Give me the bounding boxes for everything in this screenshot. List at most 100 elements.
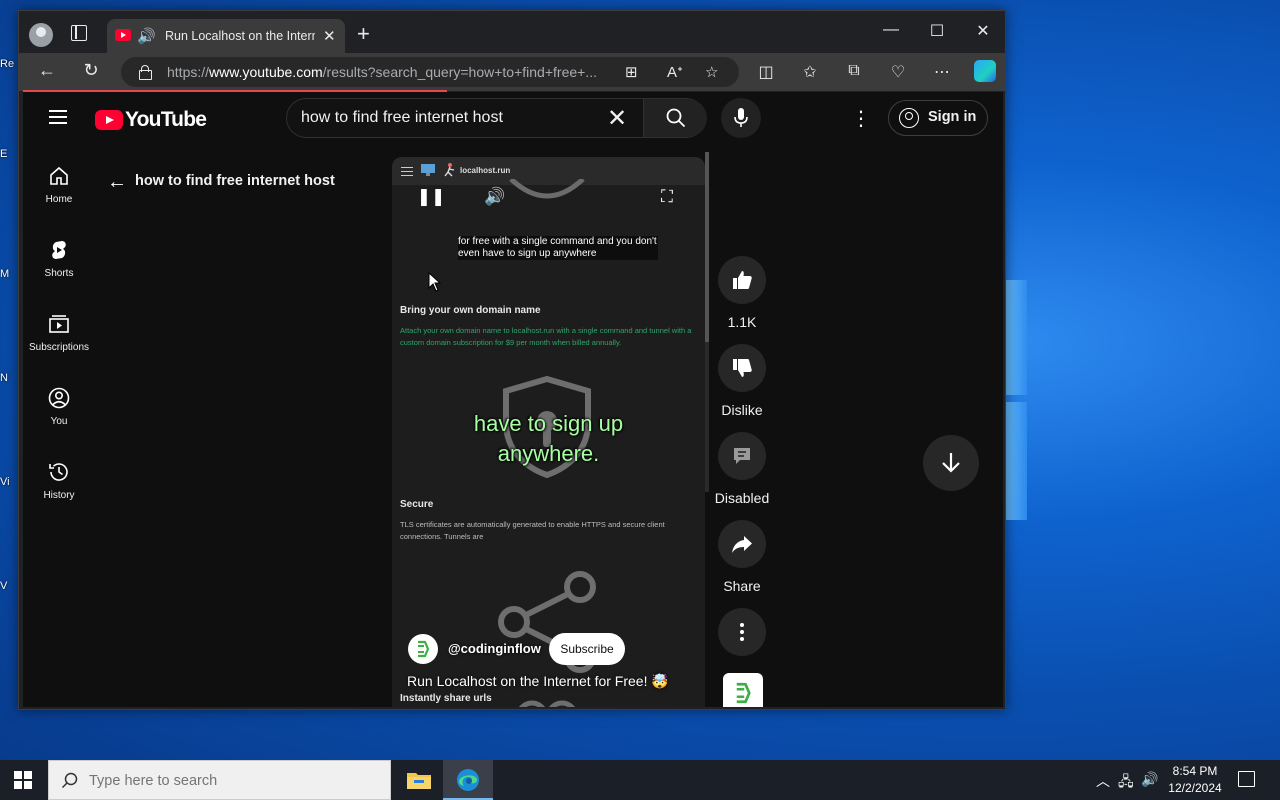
video-caption-small: for free with a single command and you d… [458,236,658,260]
favorite-star-icon[interactable]: ☆ [705,63,718,81]
search-icon [666,108,686,128]
split-screen-icon[interactable]: ◫ [755,62,777,82]
new-tab-icon[interactable]: + [357,21,370,47]
channel-name[interactable]: @codinginflow [448,641,541,656]
lock-icon[interactable] [139,65,152,80]
volume-icon[interactable]: 🔊 [1141,771,1158,788]
desktop-icon-partial[interactable]: Re [0,58,20,70]
taskbar-search-box[interactable] [48,760,391,800]
windows-start-icon[interactable] [14,771,32,789]
notifications-icon[interactable] [1238,771,1255,787]
more-actions-circle[interactable] [718,608,766,656]
account-icon [899,108,919,128]
mouse-cursor-icon [428,272,442,292]
windows-taskbar: ︿ 🖧 🔊 8:54 PM 12/2/2024 [0,760,1280,800]
minimize-icon[interactable]: — [881,21,901,39]
subscribe-button[interactable]: Subscribe [549,633,625,665]
copilot-icon[interactable] [974,60,996,82]
sidebar-item-label: Subscriptions [28,342,90,353]
taskbar-edge[interactable] [443,760,493,800]
sidebar-item-home[interactable]: Home [23,164,95,205]
show-hidden-icons-icon[interactable]: ︿ [1096,771,1110,791]
desktop-icon-partial[interactable]: V [0,580,20,592]
sidebar-item-subscriptions[interactable]: Subscriptions [23,312,95,353]
edge-browser-icon [457,769,479,791]
pause-icon[interactable]: ❚❚ [409,181,453,213]
history-icon [49,463,68,481]
comments-button[interactable]: Disabled [715,432,769,506]
comment-icon [734,448,750,464]
taskbar-file-explorer[interactable] [394,760,444,800]
sign-in-button[interactable]: Sign in [888,100,988,136]
more-options-icon[interactable]: ⋮ [851,106,871,131]
search-input[interactable] [301,106,601,130]
desktop-icon-partial[interactable]: E [0,148,20,160]
comments-circle[interactable] [718,432,766,480]
tab-actions-icon[interactable] [71,25,87,41]
channel-thumbnail[interactable] [723,673,763,707]
fullscreen-icon[interactable]: ⛶ [645,181,689,213]
taskbar-clock-date[interactable]: 12/2/2024 [1158,781,1232,795]
sidebar-item-history[interactable]: History [23,460,95,501]
share-circle[interactable] [718,520,766,568]
settings-more-icon[interactable]: ⋯ [931,62,953,82]
like-circle[interactable] [718,256,766,304]
maximize-icon[interactable]: ☐ [927,21,947,41]
back-arrow-icon[interactable]: ← [107,171,127,194]
collections-icon[interactable]: ⧉ [843,62,865,80]
like-button[interactable]: 1.1K [718,256,766,330]
favorites-icon[interactable]: ✩ [799,62,821,82]
taskbar-search-input[interactable] [89,771,379,791]
tab-youtube[interactable]: 🔊 Run Localhost on the Interne ✕ [107,19,345,53]
video-title[interactable]: Run Localhost on the Internet for Free! … [407,673,697,690]
volume-icon[interactable]: 🔊 [473,181,517,213]
taskbar-clock-time[interactable]: 8:54 PM [1158,764,1232,778]
subscriptions-icon [49,315,69,333]
refresh-icon[interactable]: ↻ [79,60,103,81]
url-field[interactable]: https://www.youtube.com/results?search_q… [121,57,739,87]
voice-search-button[interactable] [721,98,761,138]
hamburger-menu-icon[interactable] [49,110,67,124]
channel-avatar[interactable] [408,634,438,664]
folder-icon [407,773,431,789]
more-actions-button[interactable] [718,608,766,656]
back-arrow-icon[interactable]: ← [35,60,59,81]
video-menu-icon [401,167,413,176]
close-window-icon[interactable]: ✕ [973,21,993,41]
tab-title: Run Localhost on the Interne [165,29,315,43]
video-section-heading: Bring your own domain name [400,305,541,316]
profile-avatar-icon[interactable] [29,23,53,47]
network-icon[interactable]: 🖧 [1118,771,1134,795]
browser-window: 🔊 Run Localhost on the Interne ✕ + — ☐ ✕… [18,10,1006,710]
url-text[interactable]: https://www.youtube.com/results?search_q… [167,64,607,80]
browser-essentials-icon[interactable]: ♡ [887,62,909,82]
sidebar-item-you[interactable]: You [23,386,95,427]
desktop-icon-partial[interactable]: N [0,372,20,384]
video-scroll-thumb[interactable] [705,152,709,342]
video-monitor-icon [421,164,435,176]
shorts-video-player[interactable]: localhost.run ❚❚ 🔊 ⛶ Bring your own doma… [392,157,705,707]
desktop-icon-partial[interactable]: M [0,268,20,280]
read-aloud-icon[interactable]: Aᐩ [667,63,683,81]
close-tab-icon[interactable]: ✕ [323,27,336,45]
dislike-button[interactable]: Dislike [718,344,766,418]
sign-in-label: Sign in [928,109,977,125]
dislike-label: Dislike [721,402,763,418]
video-section-heading: Instantly share urls [400,693,492,704]
search-query-title: how to find free internet host [135,173,335,189]
clear-search-icon[interactable]: ✕ [607,104,627,133]
next-video-button[interactable] [923,435,979,491]
video-section-text: TLS certificates are automatically gener… [400,520,665,541]
sidebar-item-label: Shorts [44,268,74,279]
speaker-icon[interactable]: 🔊 [137,27,156,45]
dislike-circle[interactable] [718,344,766,392]
search-button[interactable] [643,99,707,137]
video-caption-large: have to sign up anywhere. [392,409,705,469]
codinginflow-logo-icon [418,640,430,658]
comments-label: Disabled [714,490,770,506]
share-label: Share [723,578,761,594]
app-available-icon[interactable]: ⊞ [625,63,638,81]
desktop-icon-partial[interactable]: Vi [0,476,20,488]
share-button[interactable]: Share [718,520,766,594]
sidebar-item-shorts[interactable]: Shorts [23,238,95,279]
